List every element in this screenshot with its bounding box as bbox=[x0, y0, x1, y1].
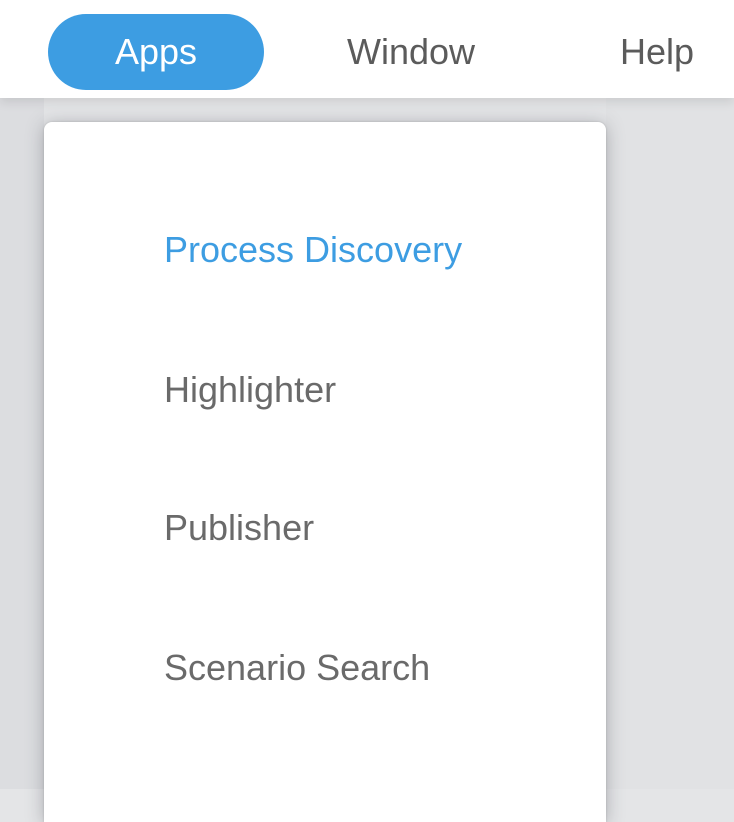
menu-help[interactable]: Help bbox=[602, 14, 734, 90]
menu-item-publisher[interactable]: Publisher bbox=[164, 498, 314, 558]
menu-item-scenario-search[interactable]: Scenario Search bbox=[164, 638, 430, 698]
menu-apps[interactable]: Apps bbox=[48, 14, 264, 90]
menu-item-process-discovery[interactable]: Process Discovery bbox=[164, 220, 462, 280]
background-panel-left bbox=[0, 98, 44, 789]
background-panel-right bbox=[606, 98, 734, 789]
apps-dropdown-menu: Process Discovery Highlighter Publisher … bbox=[44, 122, 606, 822]
menu-window[interactable]: Window bbox=[318, 14, 504, 90]
menu-bar: Apps Window Help bbox=[0, 0, 734, 98]
menu-item-highlighter[interactable]: Highlighter bbox=[164, 360, 336, 420]
